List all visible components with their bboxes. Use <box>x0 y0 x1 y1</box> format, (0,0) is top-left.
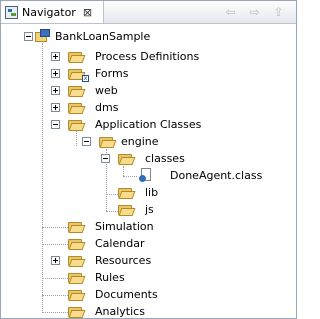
tree-item-label: dms <box>95 101 119 114</box>
tree-item-dms[interactable]: dms <box>1 99 296 116</box>
tree-item-application-classes[interactable]: Application Classes <box>1 116 296 133</box>
folder-icon <box>118 204 136 216</box>
expand-toggle[interactable] <box>51 86 60 95</box>
tree-item-process-definitions[interactable]: Process Definitions <box>1 48 296 65</box>
tree-item-label: BankLoanSample <box>55 30 151 43</box>
tree-item-label: Process Definitions <box>95 50 200 63</box>
tree-item-forms[interactable]: x Forms <box>1 65 296 82</box>
folder-icon <box>118 187 136 199</box>
folder-icon <box>68 306 86 318</box>
folder-icon <box>68 221 86 233</box>
tree-item-rules[interactable]: Rules <box>1 269 296 286</box>
close-icon[interactable]: ⊠ <box>83 7 92 18</box>
collapse-toggle[interactable] <box>24 32 33 41</box>
collapse-toggle[interactable] <box>51 120 60 129</box>
navigator-view: Navigator ⊠ ⇦ ⇨ ⇧ BankLoanSample Process… <box>0 0 297 319</box>
tree-item-documents[interactable]: Documents <box>1 286 296 303</box>
tree-item-label: Analytics <box>95 305 145 318</box>
tree-item-label: Resources <box>95 254 152 267</box>
navigator-tree: BankLoanSample Process Definitions x For… <box>1 24 296 318</box>
folder-icon <box>68 51 86 63</box>
project-icon <box>35 29 51 43</box>
expand-toggle[interactable] <box>51 69 60 78</box>
tree-item-label: Rules <box>95 271 125 284</box>
tree-item-label: engine <box>121 135 159 148</box>
tree-item-lib[interactable]: lib <box>1 184 296 201</box>
tree-item-label: Forms <box>95 67 129 80</box>
tree-item-resources[interactable]: Resources <box>1 252 296 269</box>
folder-icon <box>68 238 86 250</box>
folder-icon <box>118 153 136 165</box>
forward-arrow-icon[interactable]: ⇨ <box>247 4 262 19</box>
navigator-icon <box>5 5 18 19</box>
tree-item-label: Calendar <box>95 237 145 250</box>
view-title-bar: Navigator ⊠ ⇦ ⇨ ⇧ <box>1 1 296 24</box>
collapse-toggle[interactable] <box>82 137 91 146</box>
tree-item-simulation[interactable]: Simulation <box>1 218 296 235</box>
folder-icon <box>68 119 86 131</box>
expand-toggle[interactable] <box>51 256 60 265</box>
tree-item-analytics[interactable]: Analytics <box>1 303 296 318</box>
tree-item-js[interactable]: js <box>1 201 296 218</box>
tree-item-doneagent-class[interactable]: DoneAgent.class <box>1 167 296 184</box>
tab-navigator[interactable]: Navigator ⊠ <box>1 1 104 23</box>
tree-item-label: Application Classes <box>95 118 202 131</box>
forms-overlay-icon: x <box>82 75 89 82</box>
tree-item-calendar[interactable]: Calendar <box>1 235 296 252</box>
tab-label: Navigator <box>22 5 76 19</box>
tree-item-label: DoneAgent.class <box>170 169 263 182</box>
folder-icon <box>68 85 86 97</box>
folder-icon <box>68 102 86 114</box>
collapse-toggle[interactable] <box>101 154 110 163</box>
expand-toggle[interactable] <box>51 103 60 112</box>
tree-item-label: Simulation <box>95 220 154 233</box>
tree-item-label: classes <box>145 152 185 165</box>
folder-icon <box>99 136 117 148</box>
tree-item-web[interactable]: web <box>1 82 296 99</box>
tree-item-label: js <box>145 203 154 216</box>
tree-item-label: lib <box>145 186 159 199</box>
expand-toggle[interactable] <box>51 52 60 61</box>
tree-item-label: web <box>95 84 118 97</box>
tree-item-classes[interactable]: classes <box>1 150 296 167</box>
back-arrow-icon[interactable]: ⇦ <box>223 4 238 19</box>
tree-item-bankloansample[interactable]: BankLoanSample <box>1 28 296 45</box>
go-up-icon[interactable]: ⇧ <box>271 4 286 19</box>
tree-item-label: Documents <box>95 288 158 301</box>
tree-item-engine[interactable]: engine <box>1 133 296 150</box>
class-file-icon <box>139 168 153 183</box>
folder-icon <box>68 255 86 267</box>
folder-icon <box>68 289 86 301</box>
folder-icon <box>68 272 86 284</box>
